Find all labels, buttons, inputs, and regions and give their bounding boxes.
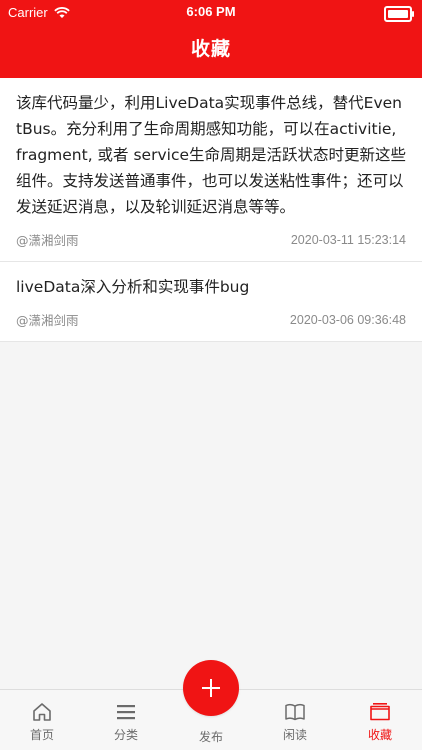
- tab-bar: 首页 分类 发布 闲读 收藏: [0, 660, 422, 750]
- list-item[interactable]: liveData深入分析和实现事件bug @潇湘剑雨 2020-03-06 09…: [0, 262, 422, 342]
- item-time: 2020-03-06 09:36:48: [289, 312, 406, 327]
- item-time: 2020-03-11 15:23:14: [290, 232, 406, 247]
- tab-category[interactable]: 分类: [84, 690, 168, 750]
- menu-icon: [117, 705, 135, 720]
- tab-category-label: 分类: [113, 728, 138, 742]
- item-author: @潇湘剑雨: [16, 313, 79, 328]
- publish-button[interactable]: [183, 660, 239, 716]
- item-author: @潇湘剑雨: [16, 233, 79, 248]
- header: Carrier 6:06 PM 收藏: [0, 0, 422, 78]
- tab-home-label: 首页: [29, 728, 54, 742]
- tab-reading-label: 闲读: [282, 728, 307, 742]
- home-icon: [33, 703, 51, 721]
- battery-icon: [384, 6, 414, 22]
- folder-icon: [370, 703, 390, 721]
- item-title: 该库代码量少，利用LiveData实现事件总线，替代EventBus。充分利用了…: [16, 94, 407, 216]
- tab-reading[interactable]: 闲读: [253, 690, 337, 750]
- tab-favorites-label: 收藏: [367, 728, 392, 742]
- item-meta: @潇湘剑雨 2020-03-11 15:23:14: [16, 230, 406, 249]
- tab-publish[interactable]: 发布: [169, 660, 253, 750]
- tab-home[interactable]: 首页: [0, 690, 84, 750]
- list-item[interactable]: 该库代码量少，利用LiveData实现事件总线，替代EventBus。充分利用了…: [0, 78, 422, 262]
- app-root: Carrier 6:06 PM 收藏 该库代码量少，利用LiveData实现事件…: [0, 0, 422, 750]
- favorites-list: 该库代码量少，利用LiveData实现事件总线，替代EventBus。充分利用了…: [0, 78, 422, 342]
- status-bar: Carrier 6:06 PM: [0, 0, 422, 26]
- status-time: 6:06 PM: [186, 4, 236, 19]
- item-meta: @潇湘剑雨 2020-03-06 09:36:48: [16, 310, 406, 329]
- tab-favorites[interactable]: 收藏: [338, 690, 422, 750]
- page-title: 收藏: [190, 38, 231, 60]
- tab-publish-label: 发布: [198, 730, 223, 744]
- book-icon: [285, 703, 305, 721]
- item-title: liveData深入分析和实现事件bug: [16, 278, 250, 296]
- plus-icon: [202, 679, 220, 697]
